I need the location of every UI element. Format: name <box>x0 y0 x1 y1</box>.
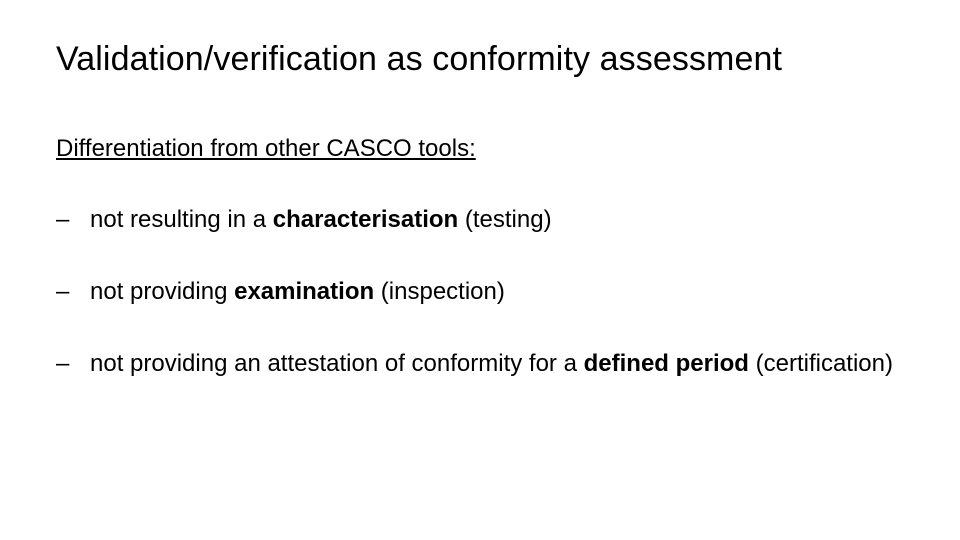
list-item: not providing an attestation of conformi… <box>56 349 912 379</box>
bullet-text-post: (testing) <box>458 206 551 233</box>
bullet-text-bold: defined period <box>584 350 749 377</box>
bullet-text-pre: not providing <box>90 278 234 305</box>
bullet-text-pre: not providing an attestation of conformi… <box>90 350 584 377</box>
bullet-text-post: (inspection) <box>374 278 505 305</box>
slide-subtitle: Differentiation from other CASCO tools: <box>56 135 912 163</box>
bullet-text-bold: examination <box>234 278 374 305</box>
bullet-list: not resulting in a characterisation (tes… <box>56 205 912 379</box>
bullet-text-bold: characterisation <box>273 206 458 233</box>
list-item: not resulting in a characterisation (tes… <box>56 205 912 235</box>
bullet-text-post: (certification) <box>749 350 893 377</box>
bullet-text-pre: not resulting in a <box>90 206 273 233</box>
slide: Validation/verification as conformity as… <box>0 0 960 540</box>
slide-title: Validation/verification as conformity as… <box>56 40 912 79</box>
list-item: not providing examination (inspection) <box>56 277 912 307</box>
